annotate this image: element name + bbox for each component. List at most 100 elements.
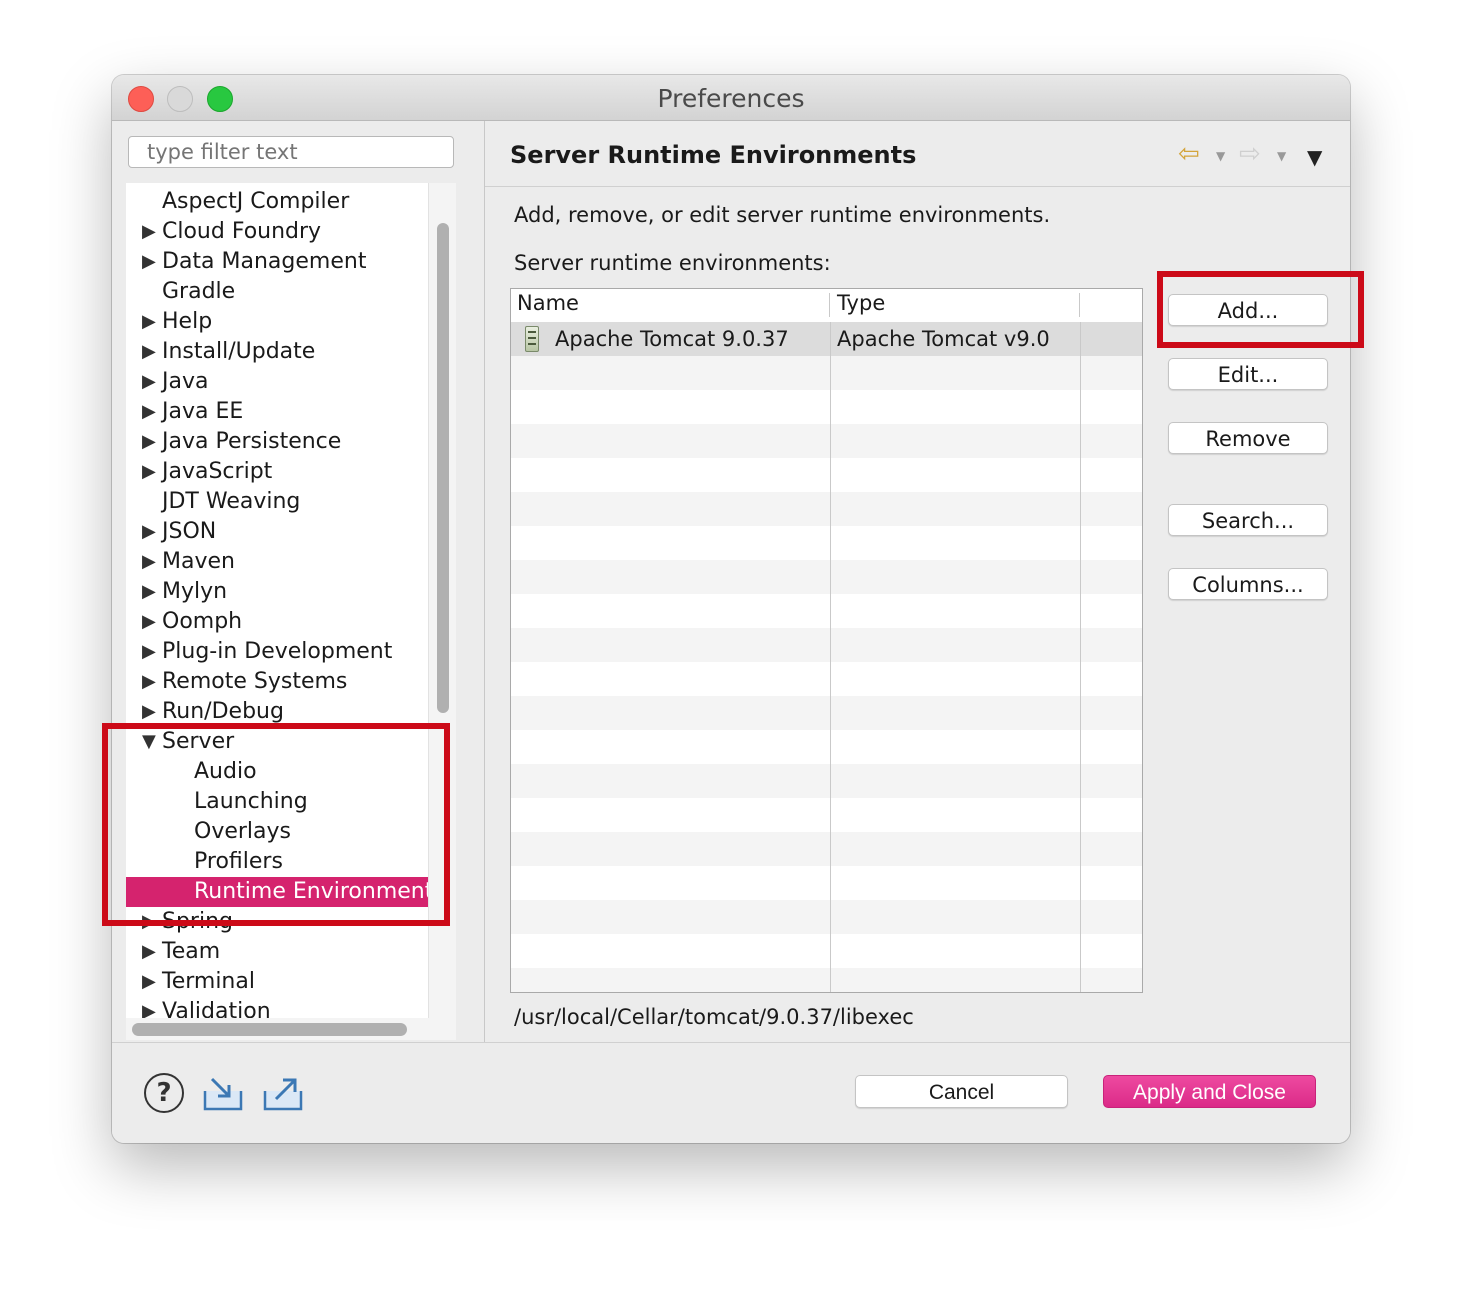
tree-item-label: Validation [162,999,271,1018]
table-row-stripe [511,900,1142,934]
search-button[interactable]: Search... [1168,504,1328,536]
tree-item[interactable]: ▶ Data Management [126,247,428,277]
page-header: Server Runtime Environments ⇦ ▼ ⇨ ▼ ▼ [485,121,1350,187]
table-row-stripe [511,356,1142,390]
column-divider[interactable] [1079,293,1080,317]
tree-collapsed-chevron-icon[interactable]: ▶ [142,247,156,277]
window-title: Preferences [657,84,805,113]
cancel-button[interactable]: Cancel [855,1075,1068,1108]
tree-collapsed-chevron-icon[interactable]: ▶ [142,997,156,1018]
table-row-stripe [511,424,1142,458]
tree-item[interactable]: ▶ Validation [126,997,428,1018]
edit-button[interactable]: Edit... [1168,358,1328,390]
page-description: Add, remove, or edit server runtime envi… [514,203,1051,227]
tree-item[interactable]: ▶ Cloud Foundry [126,217,428,247]
tree-item-label: JDT Weaving [162,489,301,514]
tree-item-label: Gradle [162,279,236,304]
tree-item[interactable]: ▶ Team [126,937,428,967]
tree-item[interactable]: AspectJ Compiler [126,187,428,217]
server-icon [525,326,539,352]
tree-vertical-scroll-thumb[interactable] [437,223,449,713]
view-menu-icon[interactable]: ▼ [1307,145,1322,169]
tree-item[interactable]: Gradle [126,277,428,307]
runtime-location-path: /usr/local/Cellar/tomcat/9.0.37/libexec [514,1005,914,1029]
tree-collapsed-chevron-icon[interactable]: ▶ [142,667,156,697]
table-row-stripe [511,696,1142,730]
tree-item-label: JSON [162,519,217,544]
tree-item-label: Terminal [162,969,255,994]
tree-item-label: Maven [162,549,235,574]
table-header: Name Type [511,289,1142,323]
tree-item[interactable]: ▶ JSON [126,517,428,547]
tree-collapsed-chevron-icon[interactable]: ▶ [142,577,156,607]
runtime-name-cell: Apache Tomcat 9.0.37 [555,327,789,351]
runtimes-table[interactable]: Name Type Apache Tomcat 9.0.37 Apache Tom… [510,288,1143,993]
tree-collapsed-chevron-icon[interactable]: ▶ [142,637,156,667]
table-row-stripe [511,560,1142,594]
add-button-highlight [1157,271,1364,348]
tree-horizontal-scroll-thumb[interactable] [132,1023,407,1036]
table-row[interactable]: Apache Tomcat 9.0.37 Apache Tomcat v9.0 [511,322,1142,356]
tree-item[interactable]: JDT Weaving [126,487,428,517]
tree-item[interactable]: ▶ Remote Systems [126,667,428,697]
runtime-type-cell: Apache Tomcat v9.0 [837,327,1050,351]
dialog-footer: ? Cancel Apply and Close [112,1042,1350,1143]
tree-collapsed-chevron-icon[interactable]: ▶ [142,547,156,577]
tree-item-label: Java Persistence [162,429,342,454]
title-bar: Preferences [112,75,1350,121]
tree-item[interactable]: ▶ Java Persistence [126,427,428,457]
tree-item-label: Plug-in Development [162,639,393,664]
column-header-name[interactable]: Name [517,291,579,315]
tree-item[interactable]: ▶ Install/Update [126,337,428,367]
tree-item[interactable]: ▶ Maven [126,547,428,577]
tree-item[interactable]: ▶ Mylyn [126,577,428,607]
tree-item-label: JavaScript [162,459,273,484]
column-gridline [1080,322,1081,992]
table-row-stripe [511,764,1142,798]
tree-collapsed-chevron-icon[interactable]: ▶ [142,937,156,967]
tree-item-label: Java EE [162,399,244,424]
import-icon[interactable] [202,1073,244,1113]
table-row-stripe [511,968,1142,992]
tree-item[interactable]: ▶ Java [126,367,428,397]
tree-collapsed-chevron-icon[interactable]: ▶ [142,967,156,997]
tree-item[interactable]: ▶ Oomph [126,607,428,637]
tree-item-label: Install/Update [162,339,316,364]
tree-collapsed-chevron-icon[interactable]: ▶ [142,337,156,367]
runtimes-table-label: Server runtime environments: [514,251,831,275]
tree-item[interactable]: ▶ Terminal [126,967,428,997]
tree-collapsed-chevron-icon[interactable]: ▶ [142,307,156,337]
forward-arrow-icon[interactable]: ⇨ [1239,139,1261,169]
tree-item-label: Java [162,369,209,394]
back-history-chevron-down-icon[interactable]: ▼ [1216,149,1225,163]
page-title: Server Runtime Environments [510,141,917,169]
tree-collapsed-chevron-icon[interactable]: ▶ [142,367,156,397]
tree-item[interactable]: ▶ Java EE [126,397,428,427]
back-arrow-icon[interactable]: ⇦ [1178,139,1200,169]
tree-collapsed-chevron-icon[interactable]: ▶ [142,217,156,247]
tree-collapsed-chevron-icon[interactable]: ▶ [142,427,156,457]
forward-history-chevron-down-icon[interactable]: ▼ [1277,149,1286,163]
apply-and-close-button[interactable]: Apply and Close [1103,1075,1316,1108]
tree-item[interactable]: ▶ Help [126,307,428,337]
filter-input[interactable] [128,136,454,168]
tree-collapsed-chevron-icon[interactable]: ▶ [142,397,156,427]
tree-collapsed-chevron-icon[interactable]: ▶ [142,607,156,637]
columns-button[interactable]: Columns... [1168,568,1328,600]
runtime-environments-highlight [102,723,450,926]
pane-splitter[interactable] [484,121,485,1042]
remove-button[interactable]: Remove [1168,422,1328,454]
tree-collapsed-chevron-icon[interactable]: ▶ [142,457,156,487]
tree-item[interactable]: ▶ JavaScript [126,457,428,487]
column-gridline [830,322,831,992]
tree-item-label: Help [162,309,213,334]
table-row-stripe [511,628,1142,662]
tree-collapsed-chevron-icon[interactable]: ▶ [142,517,156,547]
tree-item[interactable]: ▶ Plug-in Development [126,637,428,667]
tree-horizontal-scrollbar[interactable] [126,1018,456,1040]
help-icon[interactable]: ? [144,1073,184,1113]
export-icon[interactable] [262,1071,304,1113]
column-divider[interactable] [829,293,830,317]
column-header-type[interactable]: Type [837,291,885,315]
tree-item-label: Remote Systems [162,669,348,694]
